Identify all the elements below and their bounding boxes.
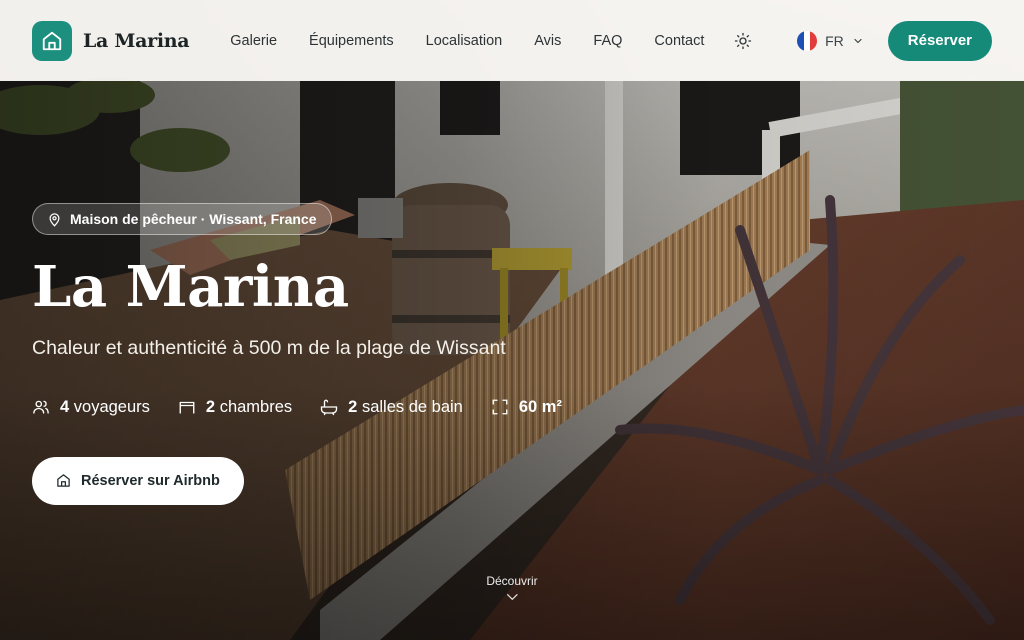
nav-item-avis[interactable]: Avis	[518, 33, 577, 49]
feature-area-value: 60 m²	[518, 397, 562, 416]
features-list: 4 voyageurs 2 chambres 2 salles de bain …	[32, 398, 562, 417]
feature-bedrooms-value: 2	[205, 397, 216, 416]
feature-guests-label: voyageurs	[73, 397, 150, 416]
page-subtitle: Chaleur et authenticité à 500 m de la pl…	[32, 336, 506, 359]
feature-bedrooms: 2 chambres	[178, 398, 292, 417]
nav-item-galerie[interactable]: Galerie	[222, 33, 293, 49]
map-pin-icon	[49, 212, 60, 227]
area-icon	[492, 399, 508, 415]
discover-label: Découvrir	[486, 574, 538, 588]
nav-item-contact[interactable]: Contact	[638, 33, 720, 49]
users-icon	[33, 400, 49, 414]
language-selector[interactable]: FR	[787, 25, 874, 57]
sun-icon	[734, 32, 752, 49]
feature-guests: 4 voyageurs	[32, 398, 150, 417]
logo-text: La Marina	[83, 29, 190, 52]
feature-bathrooms: 2 salles de bain	[320, 398, 463, 417]
language-label: FR	[825, 32, 844, 49]
hero-content: Maison de pêcheur · Wissant, France La M…	[32, 203, 562, 505]
feature-guests-value: 4	[60, 397, 70, 416]
header-actions: FR Réserver	[725, 20, 992, 61]
main-nav: Galerie Équipements Localisation Avis FA…	[222, 33, 720, 49]
bath-icon	[320, 399, 338, 416]
feature-bedrooms-label: chambres	[219, 397, 293, 416]
bed-icon	[179, 401, 195, 414]
feature-bathrooms-label: salles de bain	[361, 397, 463, 416]
nav-item-localisation[interactable]: Localisation	[410, 33, 519, 49]
site-header: La Marina Galerie Équipements Localisati…	[0, 0, 1024, 81]
location-badge: Maison de pêcheur · Wissant, France	[32, 203, 332, 235]
theme-toggle-button[interactable]	[725, 23, 761, 59]
reserve-button[interactable]: Réserver	[887, 20, 992, 61]
location-text: Maison de pêcheur · Wissant, France	[70, 211, 317, 227]
chevron-down-icon	[854, 38, 862, 43]
page-title: La Marina	[32, 254, 349, 320]
france-flag-icon	[797, 30, 818, 51]
feature-area: 60 m²	[491, 398, 562, 417]
feature-bathrooms-value: 2	[348, 397, 358, 416]
reserve-airbnb-label: Réserver sur Airbnb	[81, 472, 220, 489]
home-icon	[57, 474, 70, 487]
nav-item-faq[interactable]: FAQ	[577, 33, 638, 49]
reserve-airbnb-button[interactable]: Réserver sur Airbnb	[32, 456, 244, 505]
nav-item-equipements[interactable]: Équipements	[293, 33, 410, 49]
home-icon	[32, 20, 72, 61]
discover-link[interactable]: Découvrir	[486, 574, 538, 602]
chevron-down-icon	[506, 594, 518, 600]
logo[interactable]: La Marina	[32, 20, 190, 61]
